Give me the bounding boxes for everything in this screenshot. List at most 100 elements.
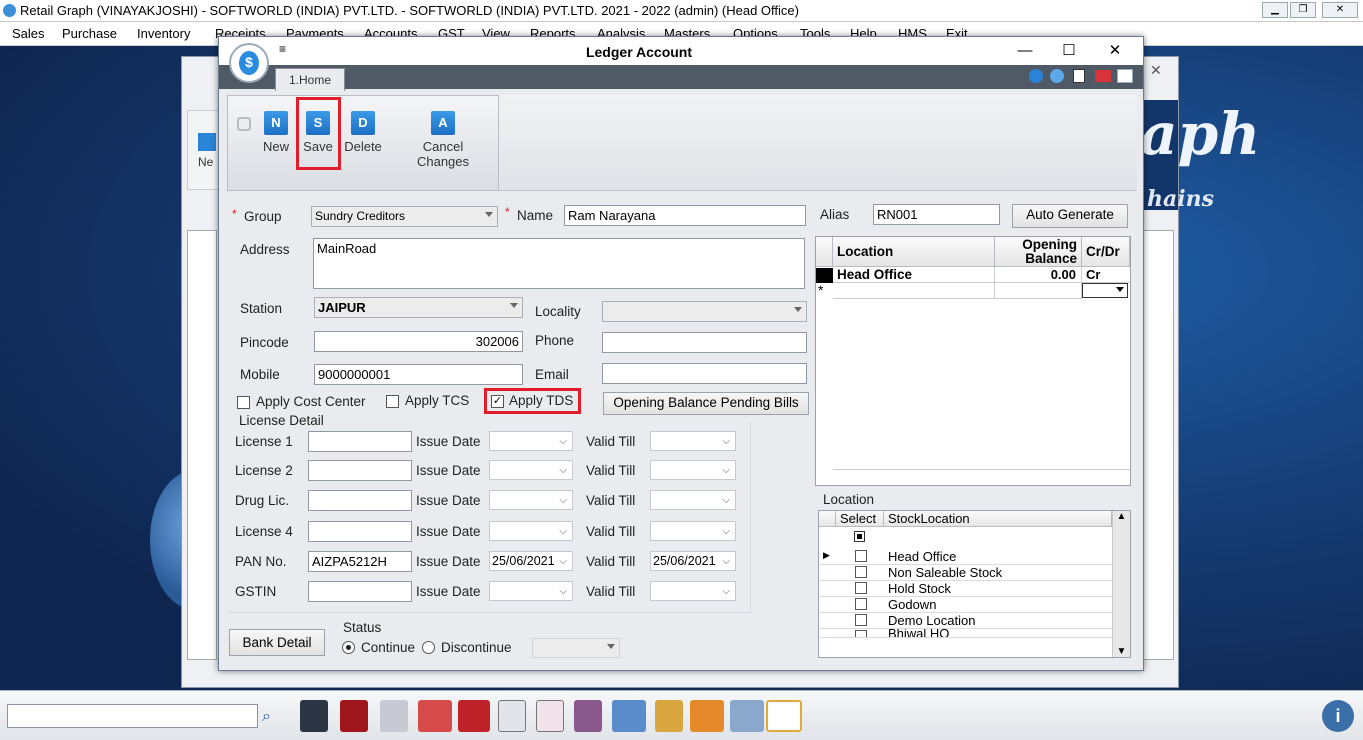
delete-button[interactable]: D Delete (343, 103, 383, 161)
tab-home[interactable]: 1.Home (275, 68, 345, 91)
stock-location-scrollbar[interactable]: ▲ ▼ (1112, 511, 1130, 657)
payment-icon[interactable] (458, 700, 490, 732)
email-input[interactable] (602, 363, 807, 384)
issue-date-picker[interactable]: ⌵ (489, 460, 573, 480)
valid-till-picker[interactable]: ⌵ (650, 581, 736, 601)
list-item[interactable]: Godown (819, 597, 1112, 613)
credit-note-icon[interactable] (418, 700, 452, 732)
valid-till-picker[interactable]: ⌵ (650, 521, 736, 541)
name-input[interactable]: Ram Narayana (564, 205, 806, 226)
valid-till-picker[interactable]: ⌵ (650, 460, 736, 480)
search-icon[interactable]: ⌕ (262, 708, 271, 726)
list-item[interactable]: Non Saleable Stock (819, 565, 1112, 581)
scroll-down-icon[interactable]: ▼ (1113, 646, 1130, 657)
select-all-checkbox[interactable] (854, 531, 865, 542)
exchange-icon[interactable] (690, 700, 724, 732)
stock-location-checkbox[interactable] (855, 582, 867, 594)
stock-icon[interactable] (574, 700, 602, 732)
print-icon[interactable] (730, 700, 764, 732)
list-item[interactable]: Hold Stock (819, 581, 1112, 597)
purchase-entry-icon[interactable] (536, 700, 564, 732)
alias-input[interactable]: RN001 (873, 204, 1000, 225)
crdr-dropdown[interactable] (1082, 283, 1128, 298)
dialog-maximize-button[interactable]: ☐ (1056, 41, 1082, 61)
pos-icon[interactable] (380, 700, 408, 732)
issue-date-picker[interactable]: ⌵ (489, 521, 573, 541)
stock-location-column-header[interactable]: StockLocation (884, 511, 1112, 527)
info-icon[interactable]: i (1322, 700, 1354, 732)
crdr-cell[interactable]: Cr (1082, 267, 1130, 283)
discontinue-radio[interactable] (422, 641, 435, 654)
pincode-input[interactable]: 302006 (314, 331, 523, 352)
window-icon[interactable] (1117, 69, 1133, 83)
menu-purchase[interactable]: Purchase (62, 26, 117, 41)
stock-location-checkbox[interactable] (855, 614, 867, 626)
address-input[interactable]: MainRoad (313, 238, 805, 289)
auto-generate-button[interactable]: Auto Generate (1012, 204, 1128, 228)
bg-new-button[interactable]: Ne (187, 110, 219, 190)
apply-cost-center-checkbox[interactable] (237, 396, 250, 409)
list-item[interactable]: Demo Location (819, 613, 1112, 629)
help-icon[interactable] (1029, 69, 1043, 83)
info-icon[interactable] (1050, 69, 1064, 83)
documents-icon[interactable] (766, 700, 802, 732)
license-number-input[interactable] (308, 521, 412, 542)
location-cell[interactable]: Head Office (833, 267, 995, 283)
issue-date-picker[interactable]: ⌵ (489, 490, 573, 510)
license-number-input[interactable] (308, 490, 412, 511)
cancel-changes-button[interactable]: A Cancel Changes (395, 103, 491, 169)
stock-location-checkbox[interactable] (855, 550, 867, 562)
locality-dropdown[interactable] (602, 301, 807, 322)
app-orb-icon[interactable]: $ (229, 43, 269, 83)
menu-inventory[interactable]: Inventory (137, 26, 190, 41)
issue-date-picker[interactable]: ⌵ (489, 581, 573, 601)
valid-till-picker[interactable]: ⌵ (650, 431, 736, 451)
app-minimize-button[interactable]: ▁ (1262, 2, 1288, 18)
exit-icon[interactable] (1095, 70, 1111, 82)
valid-till-picker[interactable]: 25/06/2021 ⌵ (650, 551, 736, 571)
stock-location-checkbox[interactable] (855, 630, 867, 637)
discontinue-date-dropdown[interactable] (532, 638, 620, 658)
app-restore-button[interactable]: ❐ (1290, 2, 1316, 18)
phone-input[interactable] (602, 332, 807, 353)
document-icon[interactable] (1073, 69, 1085, 83)
group-dropdown[interactable]: Sundry Creditors (311, 206, 498, 227)
opening-balance-column-header[interactable]: Opening Balance (995, 237, 1082, 267)
continue-radio[interactable] (342, 641, 355, 654)
apply-tds-checkbox[interactable]: ✓ (491, 395, 504, 408)
crdr-column-header[interactable]: Cr/Dr (1082, 237, 1130, 267)
receipt-icon[interactable] (498, 700, 526, 732)
select-column-header[interactable]: Select (836, 511, 884, 527)
new-location-cell[interactable] (833, 283, 995, 299)
bank-detail-button[interactable]: Bank Detail (229, 629, 325, 656)
station-dropdown[interactable]: JAIPUR (314, 297, 523, 318)
quick-search-input[interactable] (7, 704, 258, 728)
stock-location-checkbox[interactable] (855, 598, 867, 610)
sales-book-icon[interactable] (300, 700, 328, 732)
issue-date-picker[interactable]: ⌵ (489, 431, 573, 451)
license-number-input[interactable] (308, 460, 412, 481)
menu-sales[interactable]: Sales (12, 26, 45, 41)
dialog-close-button[interactable]: ✕ (1102, 41, 1128, 61)
opening-balance-pending-bills-button[interactable]: Opening Balance Pending Bills (603, 392, 809, 415)
license-number-input[interactable] (308, 431, 412, 452)
cash-icon[interactable] (655, 700, 683, 732)
purchase-book-icon[interactable] (340, 700, 368, 732)
issue-date-picker[interactable]: 25/06/2021 ⌵ (489, 551, 573, 571)
location-column-header[interactable]: Location (833, 237, 995, 267)
valid-till-picker[interactable]: ⌵ (650, 490, 736, 510)
new-button[interactable]: N New (259, 103, 293, 161)
gstin-input[interactable] (308, 581, 412, 602)
pan-number-input[interactable]: AIZPA5212H (308, 551, 412, 572)
mobile-input[interactable]: 9000000001 (314, 364, 523, 385)
list-item[interactable]: ▶ Head Office (819, 549, 1112, 565)
balance-cell[interactable]: 0.00 (995, 267, 1082, 283)
scroll-up-icon[interactable]: ▲ (1113, 511, 1130, 522)
app-close-button[interactable]: ✕ (1322, 2, 1358, 18)
dialog-minimize-button[interactable]: — (1012, 41, 1038, 61)
transfer-icon[interactable] (612, 700, 646, 732)
bg-close-icon[interactable]: ✕ (1150, 62, 1162, 79)
stock-location-checkbox[interactable] (855, 566, 867, 578)
list-item[interactable]: Bhiwal HO (819, 629, 1112, 638)
apply-tcs-checkbox[interactable] (386, 395, 399, 408)
